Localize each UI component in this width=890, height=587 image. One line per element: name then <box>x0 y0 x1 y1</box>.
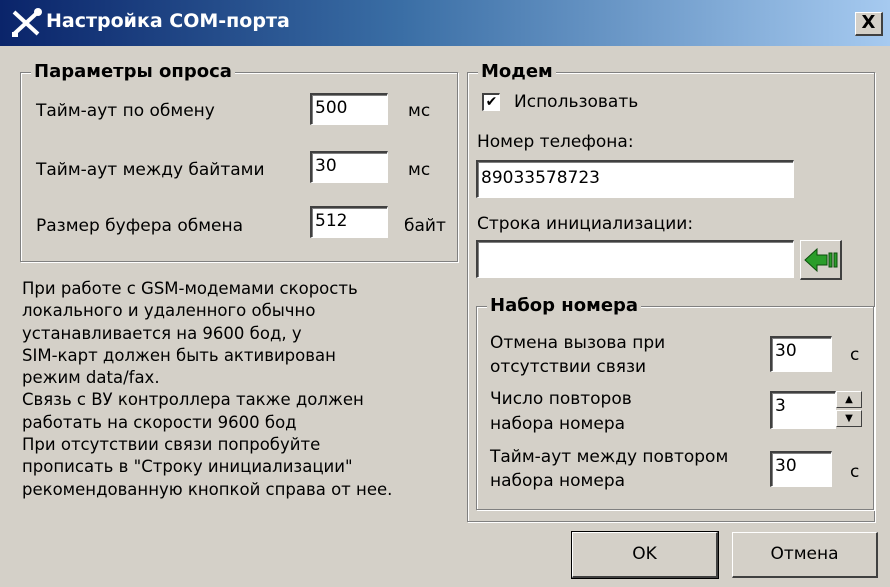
retries-label-2: набора номера <box>490 414 626 434</box>
retries-input[interactable]: 3 <box>770 391 836 429</box>
cancel-call-input[interactable]: 30 <box>770 336 832 372</box>
init-string-label: Строка инициализации: <box>477 214 694 234</box>
retries-up-button[interactable]: ▲ <box>836 391 862 408</box>
byte-timeout-unit: мс <box>408 160 431 180</box>
info-text: При работе с GSM-модемами скорость локал… <box>22 279 393 499</box>
modem-legend: Модем <box>478 61 556 83</box>
title-bar[interactable]: Настройка COM-порта X <box>0 0 890 46</box>
dialing-legend: Набор номера <box>487 295 642 317</box>
use-modem-checkbox[interactable]: ✔ <box>482 93 500 111</box>
phone-input[interactable]: 89033578723 <box>476 160 794 198</box>
exchange-timeout-unit: мс <box>408 101 431 121</box>
buffer-size-input[interactable]: 512 <box>310 206 388 238</box>
retries-down-button[interactable]: ▼ <box>836 410 862 427</box>
exchange-timeout-input[interactable]: 500 <box>310 93 388 125</box>
arrow-left-icon <box>804 247 838 273</box>
ok-button[interactable]: OK <box>571 531 719 579</box>
window-title: Настройка COM-порта <box>46 10 290 32</box>
cancel-call-unit: с <box>850 345 860 365</box>
use-modem-label[interactable]: Использовать <box>514 92 638 112</box>
com-port-settings-dialog: Настройка COM-порта X Параметры опроса Т… <box>0 0 890 587</box>
byte-timeout-label: Тайм-аут между байтами <box>36 160 265 180</box>
phone-label: Номер телефона: <box>477 132 634 152</box>
retry-timeout-label: Тайм-аут между повтором <box>490 447 729 467</box>
polling-params-legend: Параметры опроса <box>31 61 235 83</box>
cancel-call-label: Отмена вызова при <box>490 333 666 353</box>
recommend-init-button[interactable] <box>800 240 842 280</box>
retry-timeout-unit: с <box>850 462 860 482</box>
cancel-call-label-2: отсутствии связи <box>490 357 647 377</box>
retry-timeout-input[interactable]: 30 <box>770 451 832 487</box>
exchange-timeout-label: Тайм-аут по обмену <box>36 101 215 121</box>
tools-icon <box>12 8 42 37</box>
cancel-button[interactable]: Отмена <box>732 532 878 578</box>
init-string-input[interactable] <box>476 240 794 278</box>
byte-timeout-input[interactable]: 30 <box>310 151 388 183</box>
buffer-size-unit: байт <box>404 216 446 236</box>
retries-label: Число повторов <box>490 389 632 409</box>
buffer-size-label: Размер буфера обмена <box>36 216 244 236</box>
close-button[interactable]: X <box>855 12 883 36</box>
retry-timeout-label-2: набора номера <box>490 471 626 491</box>
